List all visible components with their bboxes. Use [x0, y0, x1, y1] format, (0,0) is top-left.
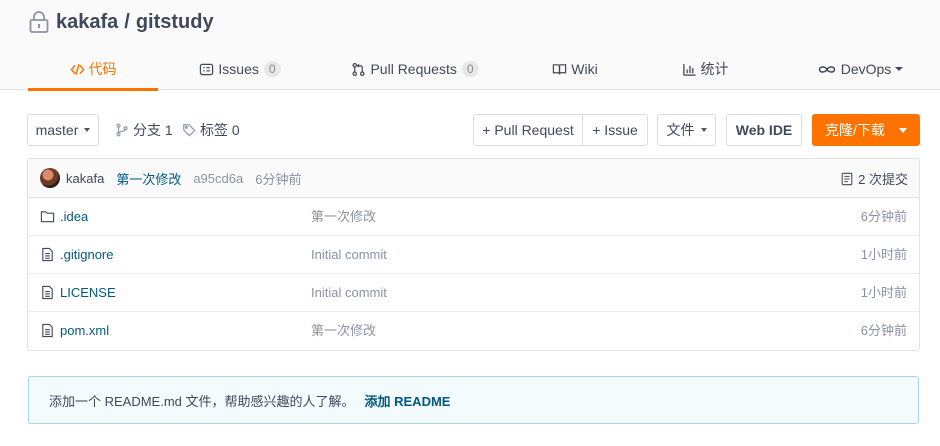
branches-count-label: 分支 1 [133, 122, 173, 138]
file-commit-message[interactable]: 第一次修改 [311, 198, 376, 236]
commit-sha[interactable]: a95cd6a [193, 171, 243, 186]
devops-icon [818, 65, 835, 73]
repo-title: kakafa / gitstudy [28, 9, 214, 35]
repo-name[interactable]: gitstudy [136, 11, 214, 34]
readme-notice: 添加一个 README.md 文件，帮助感兴趣的人了解。 添加 README [28, 376, 919, 424]
lock-icon [29, 11, 49, 33]
new-issue-label: + Issue [592, 122, 638, 138]
tab-issues-label: Issues [218, 61, 259, 77]
file-commit-time: 1小时前 [860, 247, 907, 262]
branch-icon [116, 123, 128, 137]
tab-stats-label: 统计 [700, 61, 729, 77]
chevron-down-icon [84, 128, 91, 132]
new-issue-button[interactable]: + Issue [582, 114, 648, 146]
tab-pull-requests-label: Pull Requests [370, 61, 457, 77]
issues-count-badge: 0 [263, 61, 281, 77]
repo-owner[interactable]: kakafa [56, 11, 118, 34]
branches-link[interactable]: 分支 1 [115, 114, 173, 146]
table-row: .gitignore Initial commit 1小时前 [28, 236, 919, 274]
repo-separator: / [124, 10, 130, 33]
table-row: .idea 第一次修改 6分钟前 [28, 198, 919, 236]
table-row: LICENSE Initial commit 1小时前 [28, 274, 919, 312]
tab-devops-label: DevOps [840, 61, 892, 77]
file-list: kakafa 第一次修改 a95cd6a 6分钟前 2 次提交 .idea 第一… [27, 158, 920, 351]
file-menu-button[interactable]: 文件 [657, 114, 716, 146]
tags-link[interactable]: 标签 0 [182, 114, 240, 146]
repo-tabs: 代码 Issues 0 Pull Requests 0 Wiki 统计 DevO… [0, 48, 940, 91]
tab-code-label: 代码 [88, 61, 117, 77]
clone-download-button[interactable]: 克隆/下载 [812, 114, 920, 146]
commits-icon [841, 172, 853, 185]
tab-devops[interactable]: DevOps [805, 48, 915, 90]
file-menu-label: 文件 [666, 122, 695, 138]
tab-pull-requests[interactable]: Pull Requests 0 [345, 48, 485, 90]
file-name-link[interactable]: pom.xml [60, 312, 109, 350]
commit-count-label: 2 次提交 [858, 172, 908, 187]
file-commit-time: 6分钟前 [860, 209, 907, 224]
commit-message[interactable]: 第一次修改 [116, 169, 181, 188]
file-name-link[interactable]: LICENSE [60, 274, 116, 312]
file-icon [42, 285, 53, 300]
tab-code[interactable]: 代码 [28, 48, 158, 91]
branch-select-label: master [35, 122, 79, 138]
pull-request-icon [352, 62, 365, 76]
branch-select[interactable]: master [27, 114, 99, 146]
file-icon [42, 323, 53, 338]
new-pull-request-label: + Pull Request [482, 122, 574, 138]
file-commit-message[interactable]: Initial commit [311, 274, 387, 312]
tab-wiki-label: Wiki [571, 61, 598, 77]
file-commit-message[interactable]: 第一次修改 [311, 312, 376, 350]
new-pull-request-button[interactable]: + Pull Request [473, 114, 583, 146]
chevron-down-icon [700, 128, 707, 132]
web-ide-label: Web IDE [735, 122, 793, 138]
file-commit-time: 6分钟前 [860, 323, 907, 338]
web-ide-button[interactable]: Web IDE [726, 114, 802, 146]
tab-stats[interactable]: 统计 [670, 48, 740, 90]
chevron-down-icon [895, 67, 904, 71]
file-name-link[interactable]: .gitignore [60, 236, 113, 274]
issues-icon [200, 63, 214, 75]
file-commit-time: 1小时前 [860, 285, 907, 300]
chevron-down-icon [898, 127, 907, 133]
wiki-icon [553, 63, 567, 74]
readme-notice-text: 添加一个 README.md 文件，帮助感兴趣的人了解。 [49, 393, 355, 409]
commit-count-link[interactable]: 2 次提交 [840, 159, 908, 198]
folder-icon [40, 211, 55, 223]
repo-header: kakafa / gitstudy 代码 Issues 0 Pull Reque… [0, 0, 940, 91]
repo-toolbar: master 分支 1 标签 0 + Pull Request + Issue … [27, 114, 920, 146]
pull-requests-count-badge: 0 [461, 61, 479, 77]
last-commit-bar: kakafa 第一次修改 a95cd6a 6分钟前 2 次提交 [28, 159, 919, 198]
file-icon [42, 247, 53, 262]
stats-icon [682, 63, 696, 76]
tag-icon [183, 124, 196, 137]
tags-count-label: 标签 0 [200, 122, 240, 138]
commit-time: 6分钟前 [255, 171, 302, 187]
add-readme-link[interactable]: 添加 README [365, 391, 451, 410]
file-commit-message[interactable]: Initial commit [311, 236, 387, 274]
file-name-link[interactable]: .idea [60, 198, 88, 236]
code-icon [70, 63, 84, 75]
avatar[interactable] [40, 168, 60, 188]
clone-download-label: 克隆/下载 [825, 122, 885, 138]
commit-author[interactable]: kakafa [66, 171, 104, 186]
table-row: pom.xml 第一次修改 6分钟前 [28, 312, 919, 350]
tab-wiki[interactable]: Wiki [540, 48, 610, 90]
tab-issues[interactable]: Issues 0 [190, 48, 290, 90]
